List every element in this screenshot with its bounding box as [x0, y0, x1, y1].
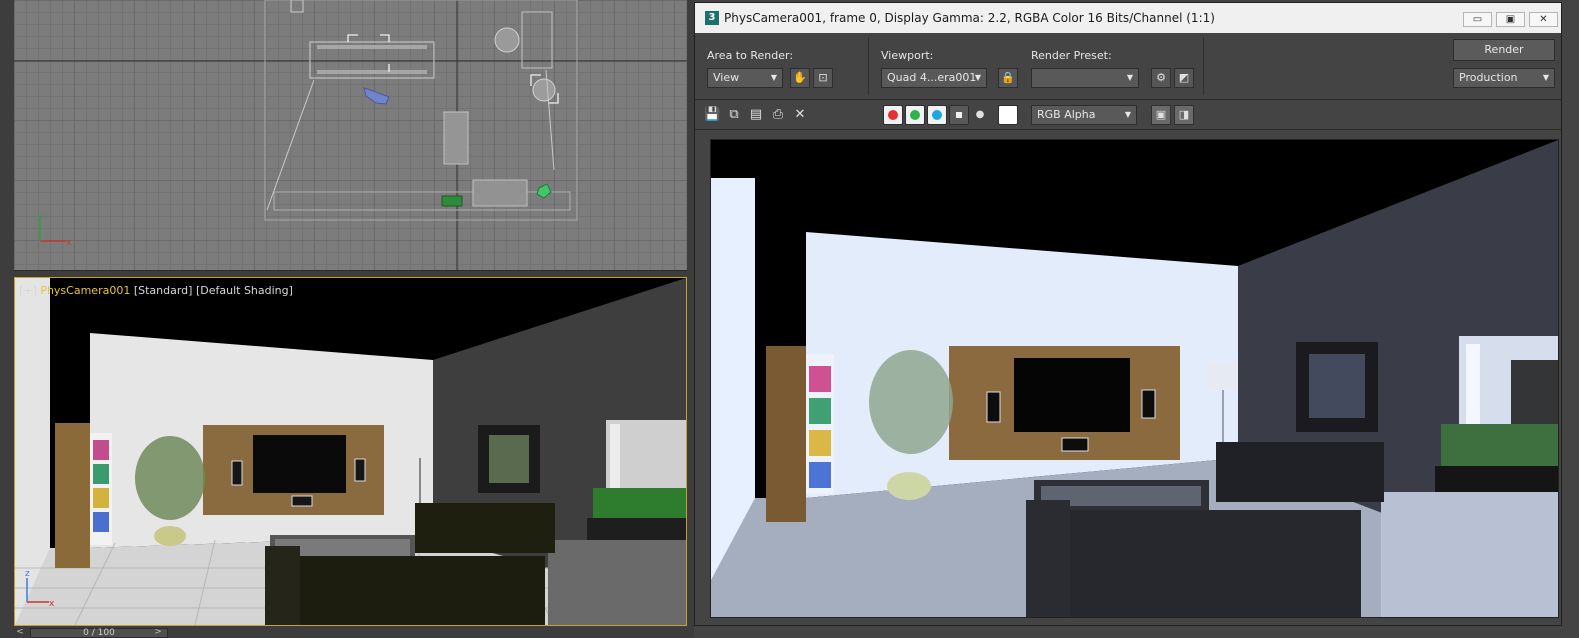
channel-display-value: RGB Alpha — [1037, 108, 1096, 121]
time-slider-prev[interactable]: < — [14, 628, 26, 638]
chevron-down-icon: ▼ — [1126, 73, 1133, 82]
toggle-ui-icon[interactable]: ◨ — [1174, 105, 1194, 125]
top-viewport-drawing: x y — [14, 0, 687, 270]
area-to-render-value: View — [713, 71, 740, 84]
render-preset-dropdown[interactable]: ▼ — [1031, 68, 1139, 88]
close-button[interactable]: ✕ — [1529, 12, 1558, 27]
rendered-frame-window: 3 PhysCamera001, frame 0, Display Gamma:… — [694, 2, 1562, 626]
render-preset-label: Render Preset: — [1031, 49, 1112, 62]
green-channel-icon — [910, 110, 920, 120]
channel-display-dropdown[interactable]: RGB Alpha ▼ — [1031, 105, 1137, 125]
blue-channel-button[interactable] — [927, 105, 947, 125]
chevron-down-icon: ▼ — [1124, 110, 1131, 119]
viewport-dropdown[interactable]: Quad 4...era001 ▼ — [881, 68, 987, 88]
viewport-value: Quad 4...era001 — [887, 71, 977, 84]
lock-icon[interactable]: 🔒 — [998, 68, 1018, 88]
toolbar-divider — [1203, 37, 1204, 95]
red-channel-button[interactable] — [883, 105, 903, 125]
render-button[interactable]: Render — [1453, 39, 1555, 61]
render-image-toolbar: 💾 ⧉ ▤ ⎙ ✕ ● RGB Alpha ▼ ▣ ◨ — [695, 100, 1561, 130]
minimize-button[interactable]: ▭ — [1463, 12, 1492, 27]
viewport-shading-label[interactable]: [Default Shading] — [196, 284, 293, 297]
area-to-render-dropdown[interactable]: View ▼ — [707, 68, 783, 88]
perspective-viewport[interactable]: x z [+] PhysCamera001 [Standard] [Defaul… — [14, 277, 687, 626]
production-value: Production — [1459, 71, 1518, 84]
app-icon: 3 — [705, 11, 719, 25]
top-axis-y: y — [38, 212, 44, 222]
chevron-down-icon: ▼ — [1542, 73, 1549, 82]
production-dropdown[interactable]: Production ▼ — [1453, 68, 1555, 88]
environment-effects-icon[interactable]: ◩ — [1174, 68, 1194, 88]
blue-channel-icon — [932, 110, 942, 120]
swatch-button[interactable] — [998, 105, 1018, 125]
persp-axis-x: x — [49, 599, 55, 609]
top-viewport[interactable]: x y — [14, 0, 687, 271]
monochrome-icon[interactable]: ● — [972, 107, 988, 123]
viewport-label[interactable]: [+] PhysCamera001 [Standard] [Default Sh… — [19, 284, 293, 297]
viewport-plus-menu[interactable]: [+] — [19, 284, 37, 297]
clone-frame-icon[interactable]: ▤ — [748, 107, 764, 123]
render-setup-icon[interactable]: ⚙ — [1151, 68, 1171, 88]
top-axis-x: x — [66, 238, 72, 248]
viewport-label-text: Viewport: — [881, 49, 934, 62]
clear-icon[interactable]: ✕ — [792, 107, 808, 123]
red-channel-icon — [888, 110, 898, 120]
toolbar-divider — [868, 37, 869, 95]
persp-axis-z: z — [25, 569, 30, 579]
toggle-ui-overlay-icon[interactable]: ▣ — [1151, 105, 1171, 125]
print-image-icon[interactable]: ⎙ — [770, 107, 786, 123]
copy-image-icon[interactable]: ⧉ — [726, 107, 742, 123]
rendered-image[interactable] — [710, 139, 1559, 618]
render-window-title: PhysCamera001, frame 0, Display Gamma: 2… — [724, 11, 1215, 25]
edit-region-icon[interactable]: ✋ — [790, 68, 810, 88]
viewports-area: x y x z [+] PhysCamera001 [Standard] [De… — [0, 0, 694, 638]
alpha-channel-button[interactable] — [949, 105, 969, 125]
alpha-channel-icon — [953, 109, 965, 121]
area-to-render-label: Area to Render: — [707, 49, 794, 62]
perspective-scene: x z — [15, 278, 686, 625]
viewport-camera-label[interactable]: PhysCamera001 — [40, 284, 130, 297]
green-channel-button[interactable] — [905, 105, 925, 125]
time-slider-next[interactable]: > — [152, 628, 164, 638]
rendered-scene — [711, 140, 1558, 617]
save-image-icon[interactable]: 💾 — [704, 107, 720, 123]
time-slider[interactable]: 0 / 100 — [30, 628, 168, 638]
render-window-titlebar[interactable]: 3 PhysCamera001, frame 0, Display Gamma:… — [695, 3, 1561, 33]
maximize-button[interactable]: ▣ — [1496, 12, 1525, 27]
chevron-down-icon: ▼ — [974, 73, 981, 82]
render-settings-toolbar: Area to Render: View ▼ ✋ ⊡ Viewport: Qua… — [695, 33, 1561, 100]
viewport-standard-label[interactable]: [Standard] — [134, 284, 193, 297]
auto-region-icon[interactable]: ⊡ — [813, 68, 833, 88]
chevron-down-icon: ▼ — [770, 73, 777, 82]
